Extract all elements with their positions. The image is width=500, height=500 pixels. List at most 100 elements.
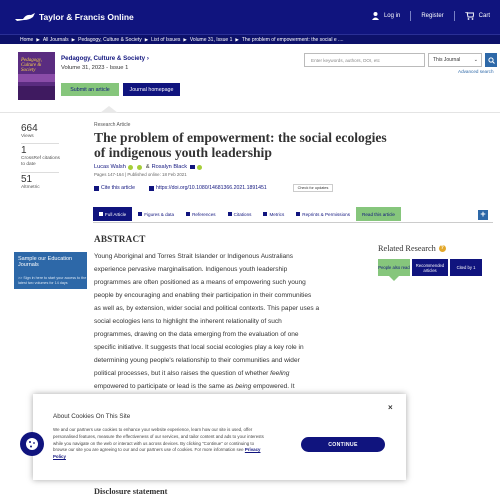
crossmark-badge[interactable]: Check for updates <box>293 184 333 192</box>
doi-link[interactable]: https://doi.org/10.1080/14681366.2021.18… <box>156 185 267 191</box>
breadcrumb-all-journals[interactable]: All Journals <box>43 37 69 43</box>
breadcrumb-journal[interactable]: Pedagogy, Culture & Society <box>78 37 142 43</box>
orcid-icon[interactable] <box>136 164 142 170</box>
views-label: Views <box>21 134 34 139</box>
search-scope-select[interactable]: This Journal ⌄ <box>428 53 482 67</box>
cite-article-link[interactable]: Cite this article <box>101 185 135 191</box>
breadcrumb-arrow-icon: ▶ <box>183 36 187 42</box>
orcid-icon[interactable] <box>127 164 133 170</box>
doi-row: https://doi.org/10.1080/14681366.2021.18… <box>149 185 267 191</box>
cover-title: Pedagogy, Culture & Society <box>21 58 42 73</box>
cover-band <box>18 74 55 82</box>
expand-plus-icon[interactable]: + <box>478 210 488 220</box>
tab-figures[interactable]: Figures & data <box>132 207 180 221</box>
tab-label: Metrics <box>269 211 285 217</box>
tab-citations[interactable]: Citations <box>222 207 258 221</box>
tab-read-article[interactable]: Read this article <box>356 207 401 221</box>
cookie-settings-button[interactable] <box>20 432 44 456</box>
user-icon <box>371 12 379 20</box>
advanced-search-link[interactable]: Advanced search <box>458 69 494 74</box>
breadcrumb-volume[interactable]: Volume 31, Issue 1 <box>190 37 233 43</box>
abstract-line: specific initiative. It suggests that lo… <box>94 344 304 351</box>
tab-reprints[interactable]: Reprints & Permissions <box>290 207 356 221</box>
breadcrumb-arrow-icon: ▶ <box>144 36 149 42</box>
orcid-icon[interactable] <box>197 164 203 170</box>
related-research-title: Related Research <box>378 244 436 253</box>
abstract-line: as well as, by extension, wider social a… <box>94 305 320 312</box>
image-icon <box>138 212 143 216</box>
abstract-heading: ABSTRACT <box>94 234 146 244</box>
top-header: Taylor & Francis Online Log in Register … <box>0 0 500 34</box>
abstract-body: Young Aboriginal and Torres Strait Islan… <box>94 250 366 393</box>
breadcrumb-home[interactable]: Home <box>20 37 33 43</box>
submit-article-button[interactable]: Submit an article <box>61 83 119 96</box>
breadcrumb: Home ▶ All Journals ▶ Pedagogy, Culture … <box>0 34 500 44</box>
tab-references[interactable]: References <box>180 207 222 221</box>
crossref-metric[interactable]: 1 CrossRef citations to date <box>21 145 65 168</box>
references-icon <box>186 212 191 216</box>
login-link[interactable]: Log in <box>371 12 400 20</box>
lock-icon <box>296 212 301 216</box>
author-link[interactable]: Lucas Walsh <box>94 164 126 170</box>
abstract-italic: being <box>235 383 252 390</box>
abstract-text: empowered to participate or lead is the … <box>94 383 234 390</box>
abstract-line: political processes, but it also raises … <box>94 367 366 380</box>
abstract-line: social ecologies lens to highlight the i… <box>94 318 282 325</box>
search-button[interactable] <box>485 53 497 67</box>
crossref-label: CrossRef citations to date <box>21 156 60 167</box>
views-count: 664 <box>21 123 38 134</box>
abstract-line: people by encouraging and enabling their… <box>94 292 312 299</box>
email-icon[interactable] <box>190 165 196 169</box>
continue-button[interactable]: CONTINUE <box>301 437 385 452</box>
views-metric: 664 Views <box>21 123 38 140</box>
journal-homepage-button[interactable]: Journal homepage <box>123 83 180 96</box>
tab-label: Full Article <box>105 211 127 217</box>
cookie-banner: About Cookies On This Site We and our pa… <box>33 394 406 480</box>
author-link[interactable]: Rosalyn Black <box>152 164 187 170</box>
related-research-heading: Related Research ? <box>378 244 446 253</box>
abstract-italic: feeling <box>270 370 290 377</box>
tab-recommended-articles[interactable]: Recommended articles <box>412 259 448 276</box>
header-divider <box>410 11 412 21</box>
tab-people-also-read[interactable]: People also read <box>378 259 410 276</box>
section-divider <box>0 112 500 113</box>
education-journals-promo[interactable]: Sample our Education Journals >> Sign in… <box>14 252 87 289</box>
chevron-down-icon: ⌄ <box>473 57 478 63</box>
tab-cited-by[interactable]: Cited by 1 <box>450 259 482 276</box>
tab-label: References <box>192 211 216 217</box>
search-input[interactable]: Enter keywords, authors, DOI, etc <box>304 53 425 67</box>
breadcrumb-arrow-icon: ▶ <box>235 36 239 42</box>
author-list: Lucas Walsh & Rosalyn Black <box>94 164 204 170</box>
journal-title[interactable]: Pedagogy, Culture & Society › <box>61 55 149 62</box>
breadcrumb-issues[interactable]: List of Issues <box>151 37 180 43</box>
abstract-line: programmes are often positioned as a mea… <box>94 279 306 286</box>
cookie-icon <box>26 438 38 450</box>
help-icon[interactable]: ? <box>438 245 446 252</box>
tab-full-article[interactable]: Full Article <box>93 207 133 221</box>
abstract-line: programmes, drawing on the data emerging… <box>94 331 299 338</box>
promo-title: Sample our Education Journals <box>18 256 73 268</box>
article-tabs: Full Article Figures & data References C… <box>93 207 401 221</box>
cookie-title: About Cookies On This Site <box>53 413 131 420</box>
register-link[interactable]: Register <box>421 13 443 19</box>
chart-icon <box>263 212 268 216</box>
search-icon <box>487 56 495 64</box>
altmetric-count: 51 <box>21 174 33 185</box>
cart-link[interactable]: Cart <box>464 12 490 20</box>
tab-label: Reprints & Permissions <box>302 211 351 217</box>
brand-logo[interactable]: Taylor & Francis Online <box>14 11 134 23</box>
tabs-underline <box>93 222 493 223</box>
article-type: Research Article <box>94 122 131 128</box>
journal-cover[interactable]: Pedagogy, Culture & Society <box>18 52 55 100</box>
search-scope-value: This Journal <box>433 57 461 63</box>
abstract-line: Young Aboriginal and Torres Strait Islan… <box>94 253 294 260</box>
close-icon[interactable]: × <box>388 403 393 412</box>
breadcrumb-arrow-icon: ▶ <box>71 36 76 42</box>
crossref-count: 1 <box>21 145 27 156</box>
journal-volume[interactable]: Volume 31, 2023 - Issue 1 <box>61 65 128 71</box>
section-notch <box>100 106 118 113</box>
header-divider <box>453 11 455 21</box>
tab-metrics[interactable]: Metrics <box>257 207 290 221</box>
breadcrumb-arrow-icon: ▶ <box>36 36 40 42</box>
altmetric-metric[interactable]: 51 Altmetric <box>21 174 40 191</box>
